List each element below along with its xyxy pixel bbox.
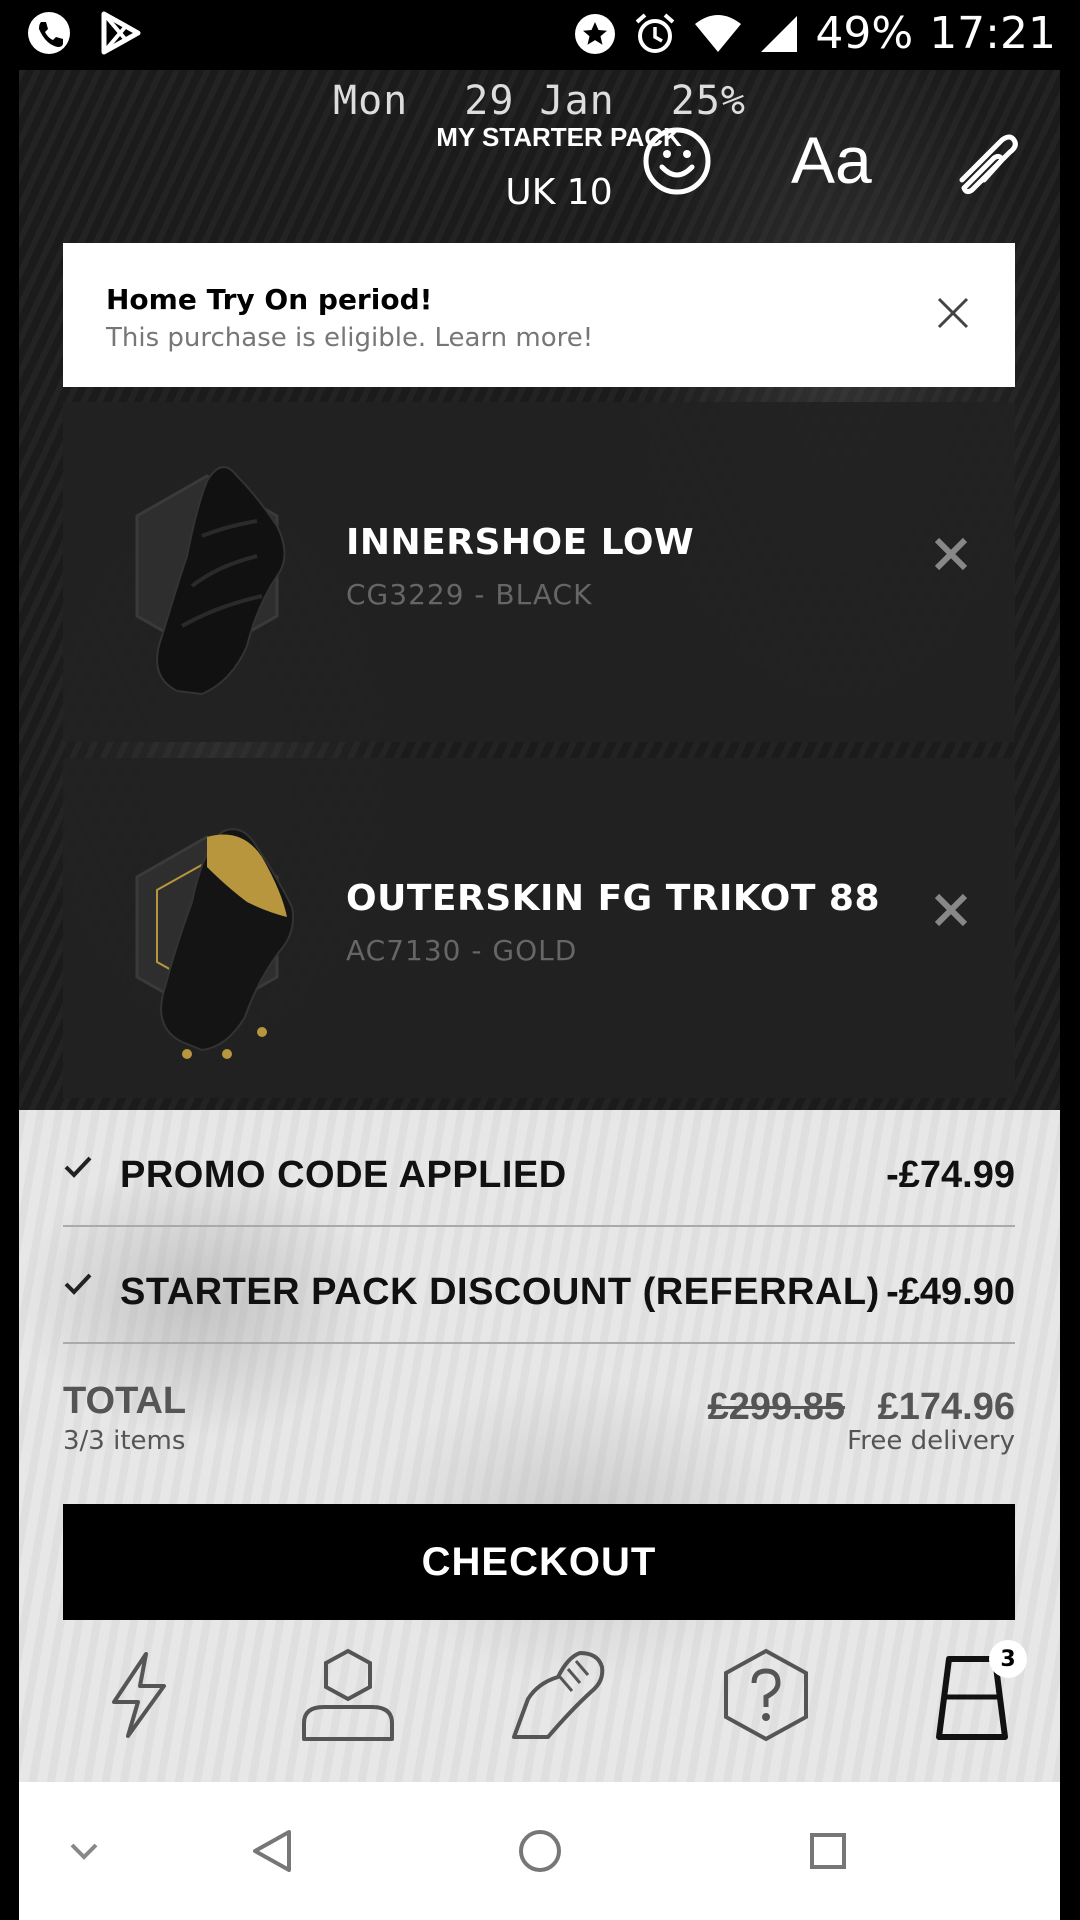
product-code: AC7130 - GOLD [346,934,578,967]
lightning-icon [112,1652,166,1738]
divider [63,1225,1015,1227]
screen-edge-left [0,70,19,1920]
help-icon [724,1648,808,1742]
favorite-star-icon [575,13,616,54]
total-price: £174.96 [877,1386,1015,1428]
back-button[interactable] [237,1816,307,1886]
nav-cart[interactable]: 3 [917,1640,1027,1750]
overlay-percent: 25% [670,78,746,124]
wifi-icon [695,14,742,52]
chevron-down-icon [70,1843,98,1860]
overlay-date: 29 Jan [464,78,615,124]
clock: 17:21 [929,8,1056,59]
remove-item-icon[interactable] [931,890,971,930]
status-bar: 49% 17:21 [0,0,1080,70]
home-circle-icon [519,1830,561,1872]
recents-button[interactable] [793,1816,863,1886]
discount-label: STARTER PACK DISCOUNT (REFERRAL) [120,1271,880,1313]
product-name: INNERSHOE LOW [346,522,695,563]
play-store-icon [101,11,141,55]
text-tool-button[interactable]: Aa [791,122,872,198]
nav-help[interactable] [711,1640,821,1750]
discount-amount: -£74.99 [886,1154,1015,1196]
nav-products[interactable] [503,1640,613,1750]
checkout-button[interactable]: CHECKOUT [63,1504,1015,1620]
overlay-day: Mon [333,78,409,124]
back-triangle-icon [253,1830,291,1872]
boot-icon [512,1651,605,1739]
recents-square-icon [810,1833,846,1869]
nav-feed[interactable] [84,1640,194,1750]
page-title: MY STARTER PACK [436,122,682,152]
bottom-navigation: 3 [19,1640,1060,1770]
delivery-note: Free delivery [847,1426,1015,1456]
item-count: 3/3 items [63,1426,186,1456]
total-label: TOTAL [63,1380,187,1422]
referral-discount-row: STARTER PACK DISCOUNT (REFERRAL) -£49.90 [63,1263,1015,1323]
hide-keyboard-button[interactable] [49,1816,119,1886]
cart-item[interactable]: INNERSHOE LOW CG3229 - BLACK [63,402,1015,742]
innershoe-product-image [135,466,286,696]
promo-code-row: PROMO CODE APPLIED -£74.99 [63,1146,1015,1206]
battery-percent: 49% [815,8,914,59]
banner-learn-more-link[interactable]: This purchase is eligible. Learn more! [106,323,593,353]
draw-tool-icon[interactable] [954,128,1024,198]
phone-call-icon [28,12,70,54]
discount-amount: -£49.90 [886,1271,1015,1313]
product-name: OUTERSKIN FG TRIKOT 88 [346,878,881,919]
cart-item[interactable]: OUTERSKIN FG TRIKOT 88 AC7130 - GOLD [63,758,1015,1098]
product-code: CG3229 - BLACK [346,578,593,611]
divider [63,1342,1015,1344]
close-icon[interactable] [935,295,971,331]
remove-item-icon[interactable] [931,534,971,574]
screen-edge-right [1060,70,1080,1920]
alarm-icon [636,12,675,53]
banner-title: Home Try On period! [106,283,433,316]
sticker-smiley-icon[interactable] [641,125,713,197]
home-button[interactable] [505,1816,575,1886]
cell-signal-icon [761,15,798,52]
cart-count-badge: 3 [989,1640,1027,1678]
nav-profile[interactable] [293,1640,403,1750]
checkmark-icon [64,1273,92,1295]
discount-label: PROMO CODE APPLIED [120,1154,567,1196]
system-navigation-bar [19,1782,1060,1920]
home-try-on-banner[interactable]: Home Try On period! This purchase is eli… [63,243,1015,387]
outerskin-product-image [135,828,295,1059]
cart-screen: Mon 29 Jan 25% MY STARTER PACK UK 10 Aa Ho… [19,70,1060,1782]
original-price: £299.85 [707,1386,845,1428]
checkmark-icon [64,1156,92,1178]
date-overlay: Mon 29 Jan 25% [19,78,1060,124]
profile-icon [302,1648,394,1741]
